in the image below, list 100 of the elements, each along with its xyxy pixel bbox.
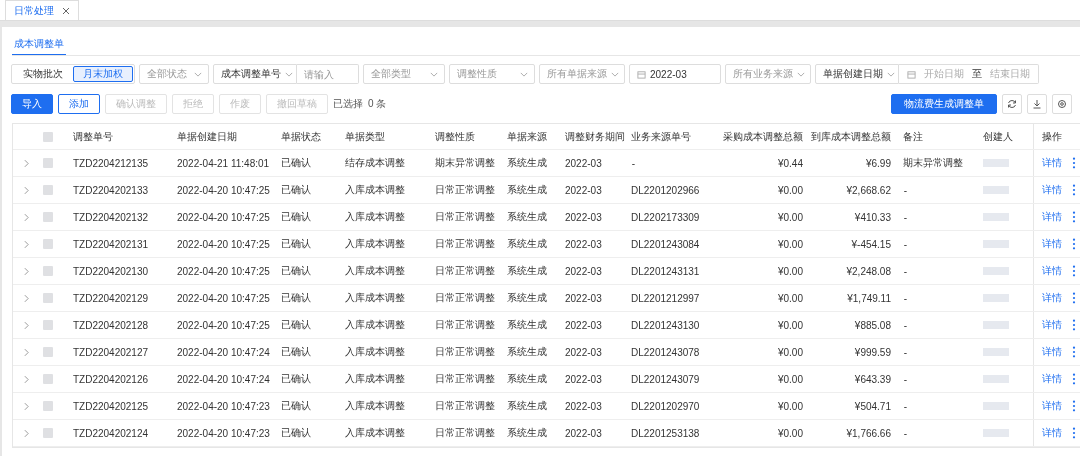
date-range-field[interactable]: 开始日期 至 结束日期 [899, 64, 1039, 84]
detail-link[interactable]: 详情 [1042, 183, 1062, 197]
detail-link[interactable]: 详情 [1042, 372, 1062, 386]
remark-cell: - [903, 211, 908, 223]
period-cell: 2022-03 [565, 292, 602, 304]
number-type-select[interactable]: 成本调整单号 [213, 64, 297, 84]
doc-source-cell: 系统生成 [507, 291, 547, 305]
start-date-placeholder: 开始日期 [924, 67, 964, 81]
detail-link[interactable]: 详情 [1042, 210, 1062, 224]
column-header: 单据创建日期 [177, 129, 237, 144]
column-header: 创建人 [983, 129, 1013, 144]
doc-type-cell: 入库成本调整 [345, 264, 405, 278]
amount-cell: ¥0.00 [777, 319, 803, 331]
order-number-cell: TZD2204202133 [73, 184, 149, 196]
period-cell: 2022-03 [565, 373, 602, 385]
order-number-cell: TZD2204202131 [73, 238, 149, 250]
doc-source-cell: 系统生成 [507, 237, 547, 251]
status-cell: 已确认 [281, 291, 311, 305]
source-number-cell: DL2201202970 [631, 400, 700, 412]
period-cell: 2022-03 [565, 211, 602, 223]
source-number-cell: DL2202173309 [631, 211, 700, 223]
status-cell: 已确认 [281, 156, 311, 170]
doc-source-cell: 系统生成 [507, 156, 547, 170]
mode-toggle[interactable]: 月末加权 [73, 66, 133, 82]
detail-link[interactable]: 详情 [1042, 426, 1062, 440]
order-number-cell: TZD2204202124 [73, 427, 149, 439]
doc-source-cell: 系统生成 [507, 183, 547, 197]
amount-cell: ¥0.00 [777, 373, 803, 385]
amount-cell: ¥885.08 [854, 319, 891, 331]
remark-cell: 期末异常调整 [903, 156, 963, 170]
remark-cell: - [903, 427, 908, 439]
column-header: 备注 [903, 129, 923, 144]
adjust-nature-cell: 期末异常调整 [435, 156, 495, 170]
status-select[interactable]: 全部状态 [139, 64, 209, 84]
created-date-cell: 2022-04-20 10:47:25 [177, 319, 270, 331]
remark-cell: - [903, 238, 908, 250]
window-tab[interactable]: 日常处理 [5, 0, 79, 20]
detail-link[interactable]: 详情 [1042, 264, 1062, 278]
date-type-select[interactable]: 单据创建日期 [815, 64, 899, 84]
amount-cell: ¥999.59 [854, 346, 891, 358]
amount-cell: ¥643.39 [854, 373, 891, 385]
created-date-cell: 2022-04-20 10:47:23 [177, 400, 270, 412]
doc-type-cell: 入库成本调整 [345, 210, 405, 224]
created-date-cell: 2022-04-20 10:47:25 [177, 238, 270, 250]
created-date-cell: 2022-04-20 10:47:25 [177, 184, 270, 196]
detail-link[interactable]: 详情 [1042, 156, 1062, 170]
page-tab[interactable]: 成本调整单 [12, 37, 66, 55]
doc-type-cell: 入库成本调整 [345, 399, 405, 413]
order-number-cell: TZD2204202126 [73, 373, 149, 385]
range-separator: 至 [972, 67, 982, 81]
number-input[interactable]: 请输入 [297, 64, 359, 84]
adjust-nature-cell: 日常正常调整 [435, 372, 495, 386]
period-field[interactable]: 2022-03 [629, 64, 721, 84]
remark-cell: - [903, 319, 908, 331]
detail-link[interactable]: 详情 [1042, 237, 1062, 251]
remark-cell: - [903, 184, 908, 196]
amount-cell: ¥1,749.11 [847, 292, 891, 304]
column-header: 采购成本调整总额 [723, 129, 803, 144]
amount-cell: ¥0.00 [777, 265, 803, 277]
amount-cell: ¥0.00 [777, 238, 803, 250]
created-date-cell: 2022-04-20 10:47:24 [177, 346, 270, 358]
action-button[interactable]: 添加 [58, 94, 100, 114]
doc-type-cell: 入库成本调整 [345, 318, 405, 332]
amount-cell: ¥-454.15 [851, 238, 891, 250]
adjust-nature-cell: 日常正常调整 [435, 237, 495, 251]
detail-link[interactable]: 详情 [1042, 345, 1062, 359]
source-number-cell: - [631, 157, 636, 169]
source-number-cell: DL2201243079 [631, 373, 700, 385]
doc-type-cell: 入库成本调整 [345, 372, 405, 386]
doc-source-select[interactable]: 所有单据来源 [539, 64, 625, 84]
type-select[interactable]: 全部类型 [363, 64, 445, 84]
source-number-cell: DL2201253138 [631, 427, 700, 439]
doc-type-cell: 入库成本调整 [345, 291, 405, 305]
end-date-placeholder: 结束日期 [990, 67, 1030, 81]
action-button[interactable]: 导入 [11, 94, 53, 114]
source-number-cell: DL2201243078 [631, 346, 700, 358]
status-cell: 已确认 [281, 237, 311, 251]
order-number-cell: TZD2204202125 [73, 400, 149, 412]
biz-source-select[interactable]: 所有业务来源 [725, 64, 811, 84]
adjust-nature-cell: 日常正常调整 [435, 210, 495, 224]
order-number-cell: TZD2204202129 [73, 292, 149, 304]
doc-type-cell: 结存成本调整 [345, 156, 405, 170]
doc-source-cell: 系统生成 [507, 372, 547, 386]
amount-cell: ¥504.71 [854, 400, 891, 412]
period-cell: 2022-03 [565, 427, 602, 439]
adjust-nature-cell: 日常正常调整 [435, 426, 495, 440]
detail-link[interactable]: 详情 [1042, 318, 1062, 332]
order-number-cell: TZD2204202128 [73, 319, 149, 331]
source-number-cell: DL2201243130 [631, 319, 700, 331]
detail-link[interactable]: 详情 [1042, 291, 1062, 305]
source-number-cell: DL2201212997 [631, 292, 700, 304]
nature-select[interactable]: 调整性质 [449, 64, 535, 84]
remark-cell: - [903, 265, 908, 277]
order-number-cell: TZD2204202132 [73, 211, 149, 223]
order-number-cell: TZD2204212135 [73, 157, 149, 169]
period-cell: 2022-03 [565, 265, 602, 277]
status-cell: 已确认 [281, 372, 311, 386]
generate-button[interactable]: 物流费生成调整单 [891, 94, 997, 114]
detail-link[interactable]: 详情 [1042, 399, 1062, 413]
column-header: 单据类型 [345, 129, 385, 144]
